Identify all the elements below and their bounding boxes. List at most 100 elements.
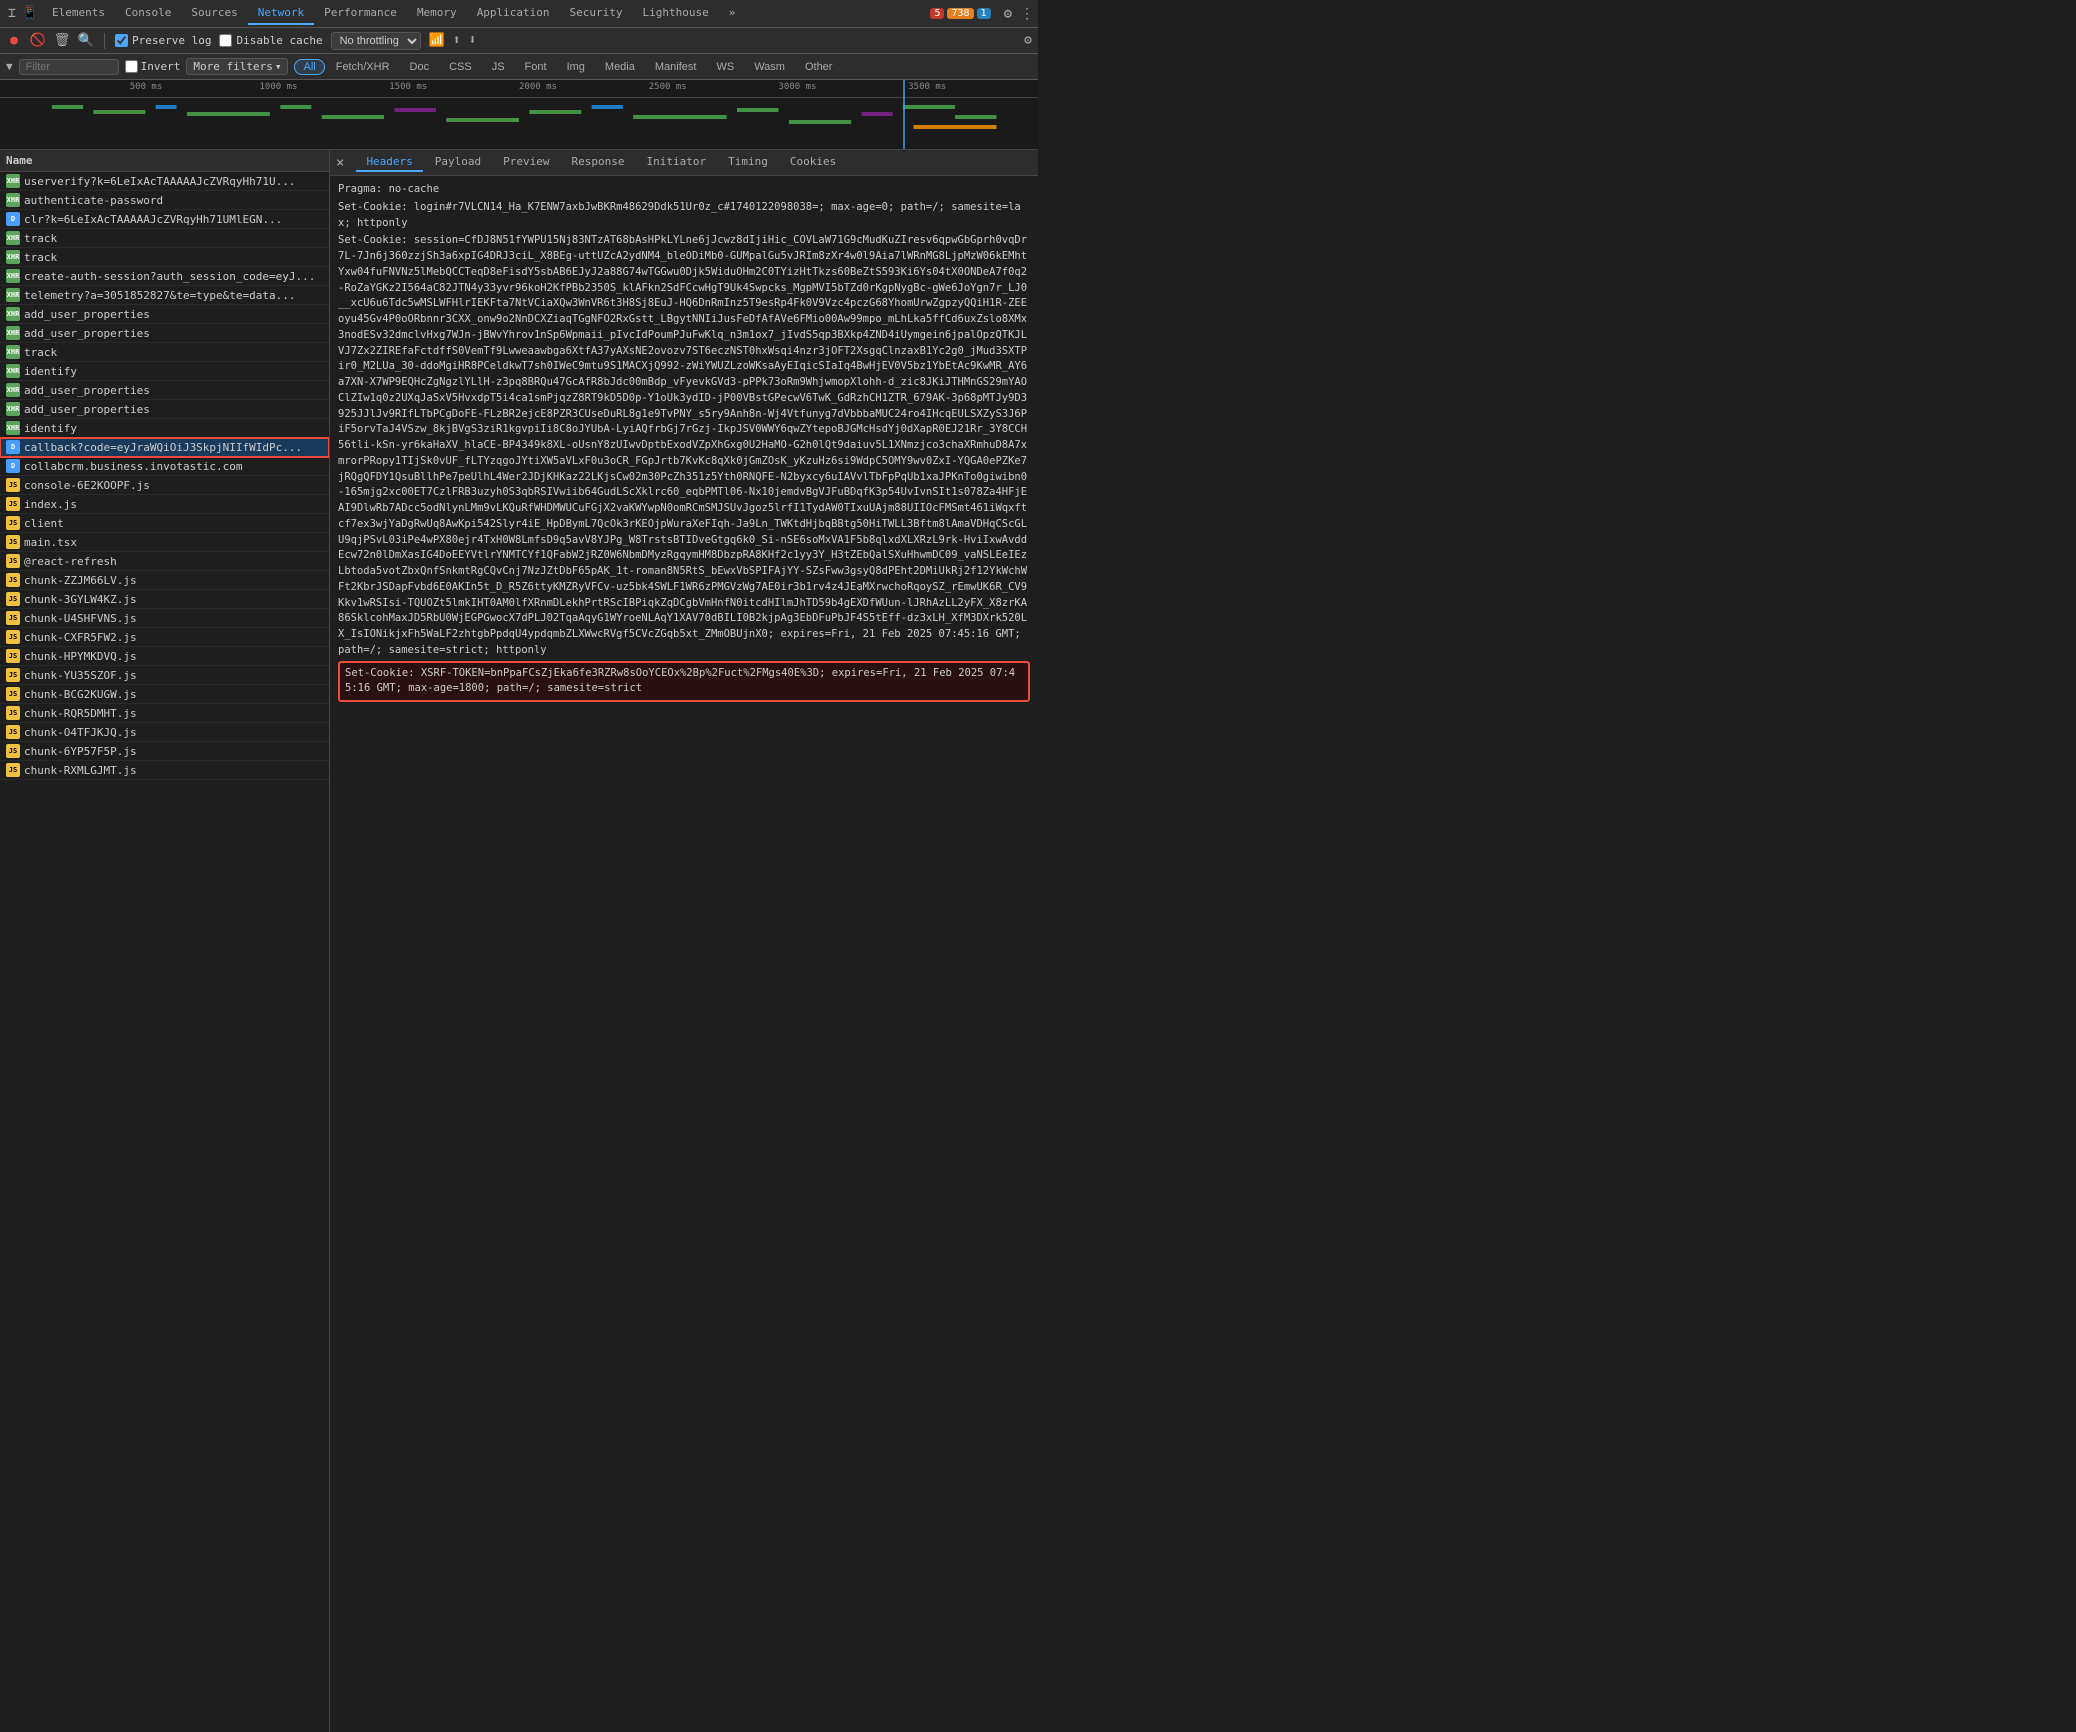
network-timeline[interactable]: 500 ms1000 ms1500 ms2000 ms2500 ms3000 m… — [0, 80, 1038, 150]
list-item[interactable]: JSclient — [0, 514, 329, 533]
list-item[interactable]: XHRidentify — [0, 419, 329, 438]
download-icon[interactable]: ⬇ — [469, 33, 477, 48]
list-item[interactable]: XHRadd_user_properties — [0, 400, 329, 419]
filter-btn-wasm[interactable]: Wasm — [745, 59, 794, 75]
devtools-cursor-icon[interactable]: ⌶ — [8, 6, 16, 21]
detail-tab-cookies[interactable]: Cookies — [780, 153, 846, 172]
filter-btn-other[interactable]: Other — [796, 59, 842, 75]
more-filters-button[interactable]: More filters ▾ — [186, 58, 288, 75]
list-item[interactable]: Dclr?k=6LeIxAcTAAAAAJcZVRqyHh71UMlEGN... — [0, 210, 329, 229]
list-item[interactable]: JSchunk-BCG2KUGW.js — [0, 685, 329, 704]
stop-icon[interactable]: 🚫 — [30, 33, 46, 49]
tab-console[interactable]: Console — [115, 2, 181, 25]
filter-btn-js[interactable]: JS — [483, 59, 514, 75]
filter-btn-manifest[interactable]: Manifest — [646, 59, 706, 75]
detail-tab-preview[interactable]: Preview — [493, 153, 559, 172]
record-icon[interactable]: ● — [6, 33, 22, 49]
list-item[interactable]: XHRtrack — [0, 343, 329, 362]
filter-btn-font[interactable]: Font — [516, 59, 556, 75]
tab-performance[interactable]: Performance — [314, 2, 407, 25]
item-type-icon: JS — [6, 725, 20, 739]
filter-btn-all[interactable]: All — [294, 59, 324, 75]
detail-content-line: Pragma: no-cache — [338, 182, 1030, 198]
list-item[interactable]: XHRtelemetry?a=3051852827&te=type&te=dat… — [0, 286, 329, 305]
filter-btn-media[interactable]: Media — [596, 59, 644, 75]
filter-btn-doc[interactable]: Doc — [401, 59, 439, 75]
list-item[interactable]: JS chunk-O4TFJKJQ.js — [0, 723, 329, 742]
list-item[interactable]: JSchunk-YU35SZOF.js — [0, 666, 329, 685]
item-type-icon: JS — [6, 687, 20, 701]
detail-tab-timing[interactable]: Timing — [718, 153, 778, 172]
list-item[interactable]: XHRadd_user_properties — [0, 381, 329, 400]
list-item[interactable]: JSchunk-U4SHFVNS.js — [0, 609, 329, 628]
list-item[interactable]: JSchunk-HPYMKDVQ.js — [0, 647, 329, 666]
tab-more[interactable]: » — [719, 2, 746, 25]
toolbar-settings-icon[interactable]: ⚙ — [1024, 33, 1032, 48]
list-item[interactable]: JSchunk-6YP57F5P.js — [0, 742, 329, 761]
tab-lighthouse[interactable]: Lighthouse — [633, 2, 719, 25]
request-list[interactable]: Name XHRuserverify?k=6LeIxAcTAAAAAJcZVRq… — [0, 150, 330, 1732]
tab-memory[interactable]: Memory — [407, 2, 467, 25]
list-item[interactable]: XHRauthenticate-password — [0, 191, 329, 210]
list-item[interactable]: JSconsole-6E2KOOPF.js — [0, 476, 329, 495]
disable-cache-checkbox-label[interactable]: Disable cache — [219, 34, 322, 47]
filter-bar: ▼ Invert More filters ▾ AllFetch/XHRDocC… — [0, 54, 1038, 80]
disable-cache-label: Disable cache — [236, 34, 322, 47]
list-item[interactable]: Dcallback?code=eyJraWQiOiJ3SkpjNIIfWIdPc… — [0, 438, 329, 457]
detail-content[interactable]: Pragma: no-cacheSet-Cookie: login#r7VLCN… — [330, 176, 1038, 1732]
tab-application[interactable]: Application — [467, 2, 560, 25]
detail-tab-headers[interactable]: Headers — [356, 153, 422, 172]
list-item[interactable]: XHRtrack — [0, 229, 329, 248]
item-name-label: chunk-O4TFJKJQ.js — [24, 726, 323, 739]
item-type-icon: JS — [6, 535, 20, 549]
list-item[interactable]: JSchunk-ZZJM66LV.js — [0, 571, 329, 590]
wifi-icon[interactable]: 📶 — [429, 33, 445, 48]
list-item[interactable]: JSindex.js — [0, 495, 329, 514]
settings-icon[interactable]: ⚙ — [1004, 6, 1012, 22]
item-name-label: add_user_properties — [24, 403, 323, 416]
filter-btn-img[interactable]: Img — [558, 59, 594, 75]
list-item[interactable]: JSchunk-CXFR5FW2.js — [0, 628, 329, 647]
list-item[interactable]: Dcollabcrm.business.invotastic.com — [0, 457, 329, 476]
tab-elements[interactable]: Elements — [42, 2, 115, 25]
preserve-log-checkbox[interactable] — [115, 34, 128, 47]
list-item[interactable]: XHRuserverify?k=6LeIxAcTAAAAAJcZVRqyHh71… — [0, 172, 329, 191]
list-item[interactable]: JSchunk-3GYLW4KZ.js — [0, 590, 329, 609]
detail-tab-initiator[interactable]: Initiator — [637, 153, 717, 172]
invert-checkbox[interactable] — [125, 60, 138, 73]
list-item[interactable]: JSchunk-RQR5DMHT.js — [0, 704, 329, 723]
preserve-log-checkbox-label[interactable]: Preserve log — [115, 34, 211, 47]
filter-input[interactable] — [19, 59, 119, 75]
tab-network[interactable]: Network — [248, 2, 314, 25]
more-menu-icon[interactable]: ⋮ — [1020, 6, 1034, 22]
list-item[interactable]: XHRidentify — [0, 362, 329, 381]
list-item[interactable]: XHRtrack — [0, 248, 329, 267]
disable-cache-checkbox[interactable] — [219, 34, 232, 47]
detail-tab-response[interactable]: Response — [562, 153, 635, 172]
close-button[interactable]: × — [336, 155, 344, 171]
tab-sources[interactable]: Sources — [181, 2, 247, 25]
filter-btn-fetch-xhr[interactable]: Fetch/XHR — [327, 59, 399, 75]
list-item[interactable]: XHRadd_user_properties — [0, 324, 329, 343]
filter-btn-css[interactable]: CSS — [440, 59, 481, 75]
detail-tab-payload[interactable]: Payload — [425, 153, 491, 172]
timeline-tick-5: 3000 ms — [779, 82, 817, 92]
list-item[interactable]: XHRadd_user_properties — [0, 305, 329, 324]
list-item[interactable]: JS@react-refresh — [0, 552, 329, 571]
timeline-tick-1: 1000 ms — [260, 82, 298, 92]
upload-icon[interactable]: ⬆ — [453, 33, 461, 48]
error-badges[interactable]: 5 738 1 — [925, 7, 995, 20]
item-type-icon: JS — [6, 497, 20, 511]
tab-security[interactable]: Security — [560, 2, 633, 25]
list-item[interactable]: JSchunk-RXMLGJMT.js — [0, 761, 329, 780]
toolbar-settings[interactable]: ⚙ — [1024, 33, 1032, 48]
invert-checkbox-label[interactable]: Invert — [125, 60, 181, 73]
item-name-label: chunk-HPYMKDVQ.js — [24, 650, 323, 663]
search-icon[interactable]: 🔍 — [78, 33, 94, 49]
filter-btn-ws[interactable]: WS — [707, 59, 743, 75]
throttle-select[interactable]: No throttling — [331, 32, 421, 50]
devtools-mobile-icon[interactable]: 📱 — [22, 6, 38, 21]
list-item[interactable]: XHRcreate-auth-session?auth_session_code… — [0, 267, 329, 286]
list-item[interactable]: JSmain.tsx — [0, 533, 329, 552]
clear-icon[interactable]: 🗑 — [54, 33, 70, 49]
